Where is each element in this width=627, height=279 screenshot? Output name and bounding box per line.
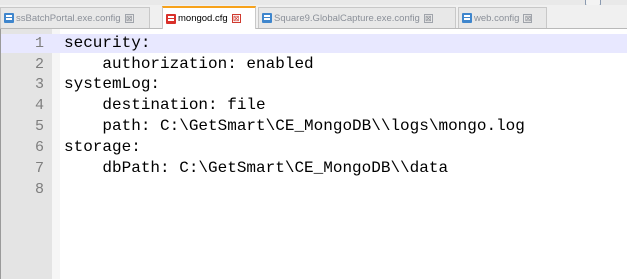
code-line[interactable]: 7 dbPath: C:\GetSmart\CE_MongoDB\\data bbox=[0, 159, 627, 178]
line-text[interactable]: security: bbox=[64, 34, 150, 53]
tab-label: web.config bbox=[474, 12, 520, 24]
window-left-border bbox=[0, 29, 1, 279]
tab-label: ssBatchPortal.exe.config bbox=[16, 12, 121, 24]
line-number: 4 bbox=[34, 97, 44, 114]
line-number: 7 bbox=[34, 160, 44, 177]
line-text[interactable]: storage: bbox=[64, 138, 141, 157]
line-number: 2 bbox=[34, 56, 44, 73]
line-text[interactable]: dbPath: C:\GetSmart\CE_MongoDB\\data bbox=[64, 159, 448, 178]
code-line[interactable]: 6 storage: bbox=[0, 138, 627, 157]
close-icon[interactable]: ⊠ bbox=[124, 13, 134, 23]
tab-label: Square9.GlobalCapture.exe.config bbox=[274, 12, 420, 24]
code-line[interactable]: 4 destination: file bbox=[0, 96, 627, 115]
line-text[interactable]: destination: file bbox=[64, 96, 265, 115]
code-line[interactable]: 3 systemLog: bbox=[0, 75, 627, 94]
close-icon[interactable]: ⊠ bbox=[231, 14, 241, 23]
code-line[interactable]: 1 security: bbox=[0, 34, 627, 53]
tab-bar: ssBatchPortal.exe.config ⊠ mongod.cfg ⊠ … bbox=[0, 5, 627, 29]
file-icon bbox=[462, 13, 472, 23]
tab-ssbatchportal[interactable]: ssBatchPortal.exe.config ⊠ bbox=[0, 7, 150, 28]
tab-web-config[interactable]: web.config ⊠ bbox=[458, 7, 547, 28]
code-editor[interactable]: 1 security: 2 authorization: enabled 3 s… bbox=[0, 29, 627, 279]
tab-label: mongod.cfg bbox=[178, 13, 228, 24]
line-number: 5 bbox=[34, 118, 44, 135]
line-number: 8 bbox=[34, 181, 44, 198]
close-icon[interactable]: ⊠ bbox=[523, 13, 533, 23]
close-icon[interactable]: ⊠ bbox=[423, 13, 433, 23]
line-text[interactable]: path: C:\GetSmart\CE_MongoDB\\logs\mongo… bbox=[64, 117, 524, 136]
code-line[interactable]: 8 bbox=[0, 180, 627, 199]
file-modified-icon bbox=[166, 13, 176, 24]
file-icon bbox=[262, 13, 272, 23]
tab-square9-globalcapture[interactable]: Square9.GlobalCapture.exe.config ⊠ bbox=[258, 7, 456, 28]
file-icon bbox=[4, 13, 14, 23]
line-number: 6 bbox=[34, 139, 44, 156]
line-text[interactable]: systemLog: bbox=[64, 75, 160, 94]
line-number: 3 bbox=[34, 76, 44, 93]
tab-mongod-cfg[interactable]: mongod.cfg ⊠ bbox=[162, 6, 256, 29]
line-number: 1 bbox=[34, 35, 44, 52]
code-line[interactable]: 5 path: C:\GetSmart\CE_MongoDB\\logs\mon… bbox=[0, 117, 627, 136]
line-text[interactable]: authorization: enabled bbox=[64, 55, 313, 74]
code-line[interactable]: 2 authorization: enabled bbox=[0, 55, 627, 74]
